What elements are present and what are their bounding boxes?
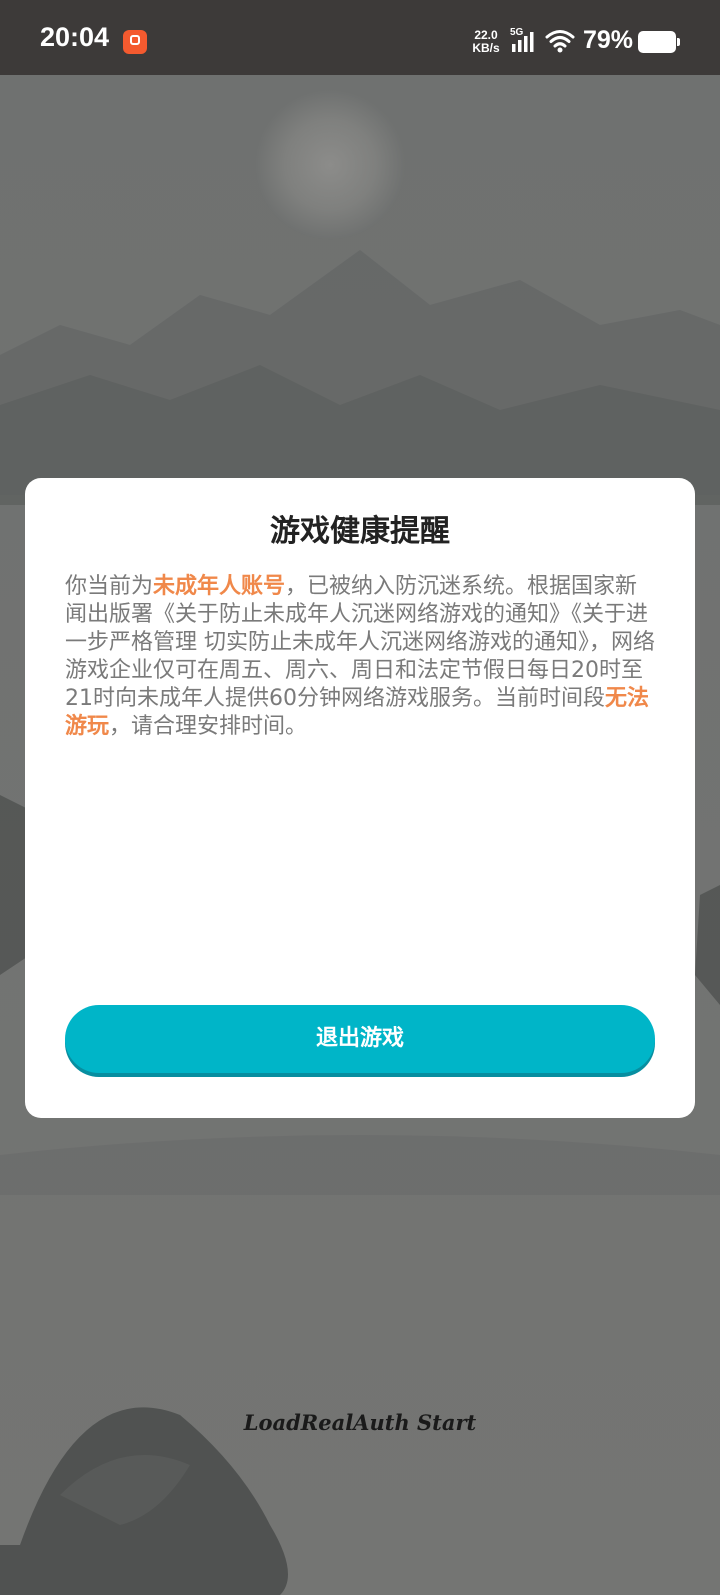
network-speed: 22.0 KB/s [470, 29, 502, 55]
status-time: 20:04 [40, 22, 110, 52]
minor-account-highlight: 未成年人账号 [153, 574, 286, 599]
load-status-text: LoadRealAuth Start [243, 1410, 477, 1435]
exit-game-button[interactable]: 退出游戏 [65, 1005, 655, 1073]
message-text-3: ，请合理安排时间。 [109, 714, 308, 739]
wifi-icon [545, 28, 575, 58]
dialog-title: 游戏健康提醒 [270, 514, 450, 549]
message-text-1: 你当前为 [65, 574, 154, 599]
cellular-signal-icon: 5G [510, 27, 534, 58]
dialog-message: 你当前为未成年人账号，已被纳入防沉迷系统。根据国家新闻出版署《关于防止未成年人沉… [65, 573, 655, 741]
game-health-reminder-dialog: 游戏健康提醒 你当前为未成年人账号，已被纳入防沉迷系统。根据国家新闻出版署《关于… [25, 478, 695, 1118]
app-notification-icon [123, 30, 147, 54]
battery-percent: 79% [583, 26, 634, 54]
status-bar: 20:04 22.0 KB/s 5G 79% [0, 0, 720, 75]
battery-icon [638, 31, 680, 53]
network-type-label: 5G [510, 27, 524, 38]
network-speed-unit: KB/s [472, 41, 500, 55]
